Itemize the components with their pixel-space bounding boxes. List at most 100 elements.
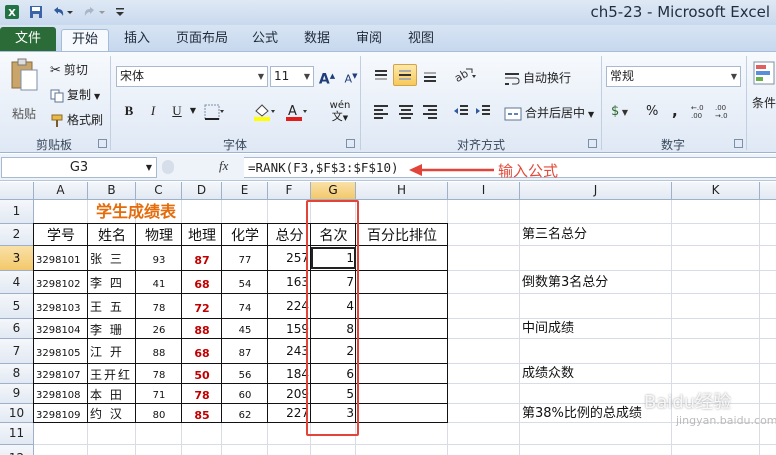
table-header: 百分比排位 — [367, 228, 437, 244]
student-name: 江 开 — [90, 345, 124, 359]
orientation-icon[interactable]: ab — [452, 65, 478, 85]
worksheet: ABCDEFGHIJKL123456789101112学生成绩表学号姓名物理地理… — [0, 182, 776, 455]
wrap-text-button[interactable]: 自动换行 — [504, 69, 571, 86]
row-header-12[interactable]: 12 — [0, 445, 34, 455]
tab-page-layout[interactable]: 页面布局 — [168, 29, 236, 51]
font-color-icon[interactable]: A — [284, 102, 308, 122]
font-name-select[interactable]: 宋体 ▼ — [116, 66, 268, 87]
align-center-icon[interactable] — [397, 102, 415, 120]
clipboard-dialog-launcher[interactable] — [98, 139, 107, 148]
insert-function-icon[interactable]: fx — [219, 158, 228, 174]
merge-center-button[interactable]: 合并后居中 ▼ — [504, 104, 594, 121]
customize-qat-icon[interactable] — [114, 4, 126, 20]
total-score: 209 — [286, 387, 309, 401]
fill-color-icon[interactable] — [252, 102, 276, 122]
row-header-5[interactable]: 5 — [0, 294, 34, 319]
student-name: 李 四 — [90, 276, 124, 290]
redo-icon[interactable] — [82, 4, 98, 20]
conditional-format-label[interactable]: 条件 — [752, 94, 776, 111]
underline-button[interactable]: U — [166, 100, 188, 122]
row-header-1[interactable]: 1 — [0, 200, 34, 224]
tab-insert[interactable]: 插入 — [116, 29, 158, 51]
number-dialog-launcher[interactable] — [734, 139, 743, 148]
tab-data[interactable]: 数据 — [296, 29, 338, 51]
row-header-11[interactable]: 11 — [0, 423, 34, 445]
column-header-h[interactable]: H — [356, 182, 448, 200]
increase-decimal-icon[interactable]: ←.0.00 — [690, 102, 712, 120]
font-size-select[interactable]: 11 ▼ — [270, 66, 314, 87]
tab-view[interactable]: 视图 — [400, 29, 442, 51]
undo-icon[interactable] — [50, 4, 66, 20]
shrink-font-button[interactable]: A▼ — [340, 65, 362, 87]
row-header-6[interactable]: 6 — [0, 319, 34, 339]
active-cell-g3[interactable] — [311, 247, 356, 269]
row-header-9[interactable]: 9 — [0, 384, 34, 404]
ribbon-tab-bar: 文件 开始 插入 页面布局 公式 数据 审阅 视图 — [0, 25, 776, 51]
format-painter-button[interactable]: 格式刷 — [50, 111, 103, 128]
column-header-i[interactable]: I — [448, 182, 520, 200]
bold-button[interactable]: B — [118, 100, 140, 122]
physics-score: 26 — [152, 325, 166, 336]
excel-window: X ch5-23 - Microsoft Excel 文件 开始 插入 页面布局… — [0, 0, 776, 455]
column-header-d[interactable]: D — [182, 182, 222, 200]
column-header-l[interactable]: L — [760, 182, 776, 200]
column-header-k[interactable]: K — [672, 182, 760, 200]
column-header-a[interactable]: A — [34, 182, 88, 200]
select-all-corner[interactable] — [0, 182, 34, 200]
underline-dropdown-icon[interactable]: ▼ — [188, 100, 198, 122]
total-score: 227 — [286, 406, 309, 420]
copy-button[interactable]: 复制 ▼ — [50, 86, 100, 103]
redo-dropdown-icon[interactable] — [98, 4, 106, 20]
column-header-b[interactable]: B — [88, 182, 136, 200]
tab-review[interactable]: 审阅 — [348, 29, 390, 51]
decrease-indent-icon[interactable] — [452, 102, 470, 120]
wrap-text-icon — [505, 72, 520, 85]
copy-dropdown-icon[interactable]: ▼ — [94, 92, 100, 101]
save-icon[interactable] — [28, 4, 44, 20]
row-header-10[interactable]: 10 — [0, 404, 34, 423]
name-box[interactable]: G3 ▼ — [1, 157, 157, 178]
align-right-icon[interactable] — [421, 102, 439, 120]
column-header-e[interactable]: E — [222, 182, 268, 200]
align-bottom-icon[interactable] — [421, 67, 439, 85]
row-header-7[interactable]: 7 — [0, 339, 34, 364]
row-header-4[interactable]: 4 — [0, 271, 34, 294]
align-middle-button[interactable] — [393, 64, 417, 86]
student-id: 3298102 — [36, 279, 81, 290]
chevron-down-icon: ▼ — [303, 72, 310, 81]
decrease-decimal-icon[interactable]: .00→.0 — [714, 102, 736, 120]
row-header-3[interactable]: 3 — [0, 246, 34, 271]
cut-button[interactable]: ✂ 剪切 — [50, 61, 88, 78]
align-left-icon[interactable] — [372, 102, 390, 120]
column-header-c[interactable]: C — [136, 182, 182, 200]
column-header-j[interactable]: J — [520, 182, 672, 200]
formula-bar-splitter[interactable] — [162, 160, 174, 174]
row-header-8[interactable]: 8 — [0, 364, 34, 384]
comma-style-button[interactable]: , — [672, 102, 678, 120]
tab-file[interactable]: 文件 — [0, 27, 56, 51]
table-border — [181, 223, 182, 423]
alignment-dialog-launcher[interactable] — [588, 139, 597, 148]
number-format-select[interactable]: 常规 ▼ — [606, 66, 741, 87]
grow-font-button[interactable]: A▲ — [316, 65, 338, 88]
shrink-font-icon: A — [344, 72, 353, 86]
phonetic-guide-button[interactable]: wén 文▼ — [326, 100, 354, 124]
svg-text:A: A — [288, 104, 297, 119]
undo-dropdown-icon[interactable] — [66, 4, 74, 20]
row-header-2[interactable]: 2 — [0, 224, 34, 246]
increase-indent-icon[interactable] — [474, 102, 492, 120]
geography-score: 72 — [194, 302, 210, 315]
italic-button[interactable]: I — [142, 100, 164, 122]
tab-formulas[interactable]: 公式 — [244, 29, 286, 51]
percent-button[interactable]: % — [646, 104, 658, 119]
align-top-icon[interactable] — [372, 67, 390, 85]
borders-icon[interactable] — [204, 104, 224, 120]
paste-button[interactable]: 粘贴 — [6, 58, 42, 132]
table-border — [33, 422, 448, 423]
currency-button[interactable]: $ ▼ — [611, 104, 628, 119]
conditional-format-icon[interactable] — [752, 60, 776, 86]
font-dialog-launcher[interactable] — [346, 139, 355, 148]
tab-home[interactable]: 开始 — [61, 29, 109, 51]
column-header-f[interactable]: F — [268, 182, 311, 200]
column-header-g[interactable]: G — [311, 182, 356, 200]
